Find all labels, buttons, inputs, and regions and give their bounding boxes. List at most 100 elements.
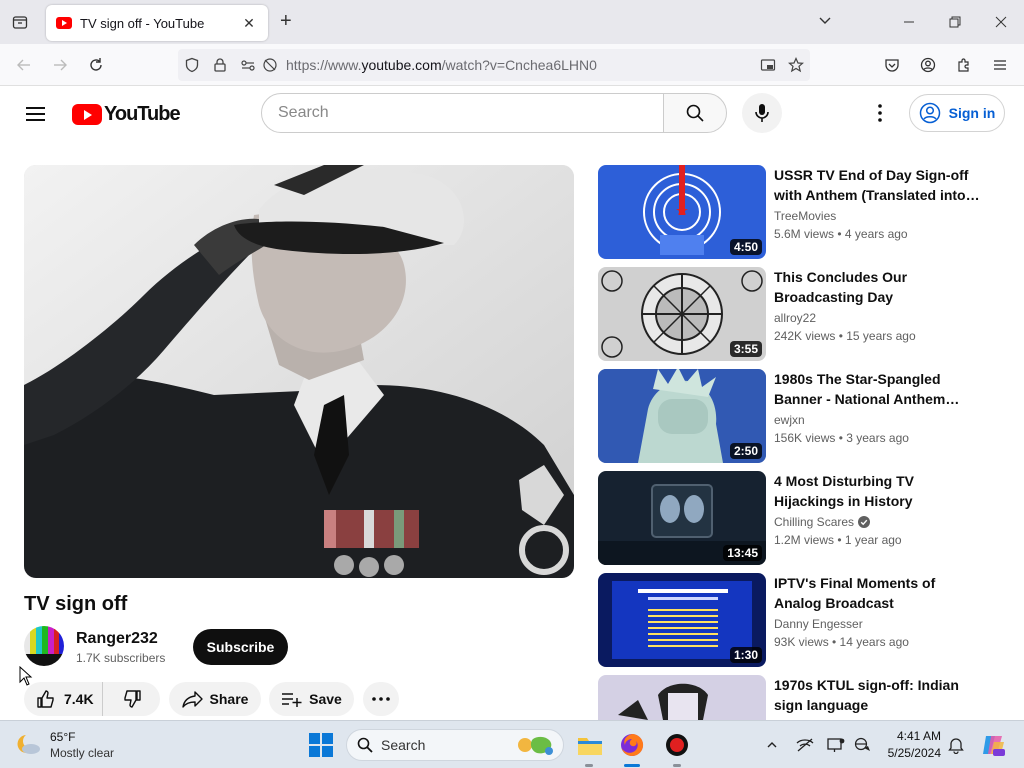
account-icon[interactable] xyxy=(916,53,940,77)
moon-cloud-weather-icon[interactable] xyxy=(16,733,42,755)
pocket-icon[interactable] xyxy=(880,53,904,77)
forward-arrow-icon[interactable] xyxy=(48,53,72,77)
app-running-indicator xyxy=(585,764,593,767)
video-channel[interactable]: Danny Engesser xyxy=(774,617,863,631)
save-button[interactable]: Save xyxy=(269,682,354,716)
screen-recorder-icon[interactable] xyxy=(663,731,691,759)
video-channel[interactable]: TreeMovies xyxy=(774,209,836,223)
browser-nav-bar: https://www.youtube.com/watch?v=Cnchea6L… xyxy=(0,44,1024,86)
copilot-icon[interactable] xyxy=(980,732,1006,758)
channel-name: ewjxn xyxy=(774,413,805,427)
recommended-video[interactable]: 13:45 4 Most Disturbing TV Hijackings in… xyxy=(598,471,998,565)
close-window-icon[interactable] xyxy=(989,10,1013,34)
taskbar-search-label: Search xyxy=(381,737,426,753)
clock-time[interactable]: 4:41 AM xyxy=(887,729,941,743)
browser-tab-active[interactable]: TV sign off - YouTube ✕ xyxy=(46,5,268,41)
more-actions-button[interactable] xyxy=(363,682,399,716)
share-button[interactable]: Share xyxy=(169,682,261,716)
video-title[interactable]: USSR TV End of Day Sign-off with Anthem … xyxy=(774,165,984,205)
verified-badge-icon xyxy=(858,516,871,528)
display-icon[interactable] xyxy=(826,735,846,755)
channel-name: allroy22 xyxy=(774,311,817,325)
account-circle-icon xyxy=(919,102,940,124)
extensions-icon[interactable] xyxy=(952,53,976,77)
url-prefix: https://www. xyxy=(286,57,362,73)
shield-icon[interactable] xyxy=(180,53,204,77)
channel-name[interactable]: Ranger232 xyxy=(76,630,158,648)
video-title[interactable]: 1970s KTUL sign-off: Indian sign languag… xyxy=(774,675,984,715)
recommended-video[interactable]: 4:50 USSR TV End of Day Sign-off with An… xyxy=(598,165,998,259)
tab-title: TV sign off - YouTube xyxy=(80,15,205,31)
like-count: 7.4K xyxy=(64,691,94,707)
url-text: https://www.youtube.com/watch?v=Cnchea6L… xyxy=(286,57,597,73)
recommended-video[interactable]: 1:30 IPTV's Final Moments of Analog Broa… xyxy=(598,573,998,667)
app-active-indicator xyxy=(624,764,640,767)
address-bar[interactable]: https://www.youtube.com/watch?v=Cnchea6L… xyxy=(178,49,810,81)
voice-search-button[interactable] xyxy=(742,93,782,133)
video-thumbnail[interactable] xyxy=(598,675,766,720)
network-off-icon[interactable] xyxy=(795,735,815,755)
video-title[interactable]: 1980s The Star-Spangled Banner - Nationa… xyxy=(774,369,984,409)
video-player[interactable] xyxy=(24,165,574,578)
weather-description[interactable]: Mostly clear xyxy=(50,746,114,760)
picture-in-picture-icon[interactable] xyxy=(756,53,780,77)
chevron-down-icon[interactable] xyxy=(817,12,833,33)
subscribe-button[interactable]: Subscribe xyxy=(193,629,288,665)
autoplay-blocked-icon[interactable] xyxy=(258,53,282,77)
windows-taskbar: 65°F Mostly clear Search 4:41 AM 5/25/20… xyxy=(0,720,1024,768)
hamburger-menu-icon[interactable] xyxy=(988,53,1012,77)
more-horizontal-icon xyxy=(372,697,390,701)
permissions-icon[interactable] xyxy=(236,53,260,77)
like-button[interactable]: 7.4K xyxy=(24,682,102,716)
youtube-favicon-icon xyxy=(56,17,72,29)
video-channel[interactable]: Chilling Scares xyxy=(774,515,871,529)
video-thumbnail[interactable]: 3:55 xyxy=(598,267,766,361)
guide-menu-icon[interactable] xyxy=(24,102,48,126)
search-input[interactable]: Search xyxy=(261,93,664,133)
video-thumbnail[interactable]: 13:45 xyxy=(598,471,766,565)
video-channel[interactable]: ewjxn xyxy=(774,413,805,427)
search-placeholder: Search xyxy=(278,104,329,121)
video-thumbnail[interactable]: 2:50 xyxy=(598,369,766,463)
video-title[interactable]: This Concludes Our Broadcasting Day xyxy=(774,267,984,307)
microphone-icon xyxy=(755,104,769,122)
sign-in-button[interactable]: Sign in xyxy=(909,94,1005,132)
dislike-button[interactable] xyxy=(102,682,160,716)
restore-icon[interactable] xyxy=(943,10,967,34)
reload-icon[interactable] xyxy=(84,53,108,77)
video-title[interactable]: 4 Most Disturbing TV Hijackings in Histo… xyxy=(774,471,984,511)
video-thumbnail[interactable]: 1:30 xyxy=(598,573,766,667)
video-thumbnail[interactable]: 4:50 xyxy=(598,165,766,259)
weather-temperature[interactable]: 65°F xyxy=(50,730,75,744)
recommended-video[interactable]: 1970s KTUL sign-off: Indian sign languag… xyxy=(598,675,998,720)
language-icon[interactable] xyxy=(853,735,873,755)
bookmark-star-icon[interactable] xyxy=(784,53,808,77)
youtube-logo[interactable]: YouTube xyxy=(72,103,181,126)
recommended-video[interactable]: 3:55 This Concludes Our Broadcasting Day… xyxy=(598,267,998,361)
youtube-logo-text: YouTube xyxy=(104,103,181,125)
channel-avatar[interactable] xyxy=(24,626,64,666)
windows-start-icon[interactable] xyxy=(309,733,333,757)
browser-tab-bar: TV sign off - YouTube ✕ + xyxy=(0,0,1024,44)
search-highlight-icon xyxy=(518,736,553,755)
taskbar-search-box[interactable]: Search xyxy=(346,729,564,761)
new-tab-icon[interactable]: + xyxy=(280,10,292,33)
tab-list-icon[interactable] xyxy=(8,10,32,34)
video-title[interactable]: IPTV's Final Moments of Analog Broadcast xyxy=(774,573,984,613)
video-meta: 242K views • 15 years ago xyxy=(774,329,916,343)
video-title: TV sign off xyxy=(24,593,128,615)
clock-date[interactable]: 5/25/2024 xyxy=(880,746,941,760)
file-explorer-icon[interactable] xyxy=(576,731,604,759)
firefox-icon[interactable] xyxy=(618,731,646,759)
channel-name: TreeMovies xyxy=(774,209,837,223)
tab-close-icon[interactable]: ✕ xyxy=(240,15,258,32)
video-channel[interactable]: allroy22 xyxy=(774,311,816,325)
minimize-icon[interactable] xyxy=(897,10,921,34)
recommended-video[interactable]: 2:50 1980s The Star-Spangled Banner - Na… xyxy=(598,369,998,463)
lock-icon[interactable] xyxy=(208,53,232,77)
settings-more-icon[interactable] xyxy=(868,101,892,125)
notification-bell-icon[interactable] xyxy=(946,735,966,755)
chevron-up-icon[interactable] xyxy=(762,735,782,755)
search-button[interactable] xyxy=(663,93,727,133)
back-arrow-icon[interactable] xyxy=(12,53,36,77)
